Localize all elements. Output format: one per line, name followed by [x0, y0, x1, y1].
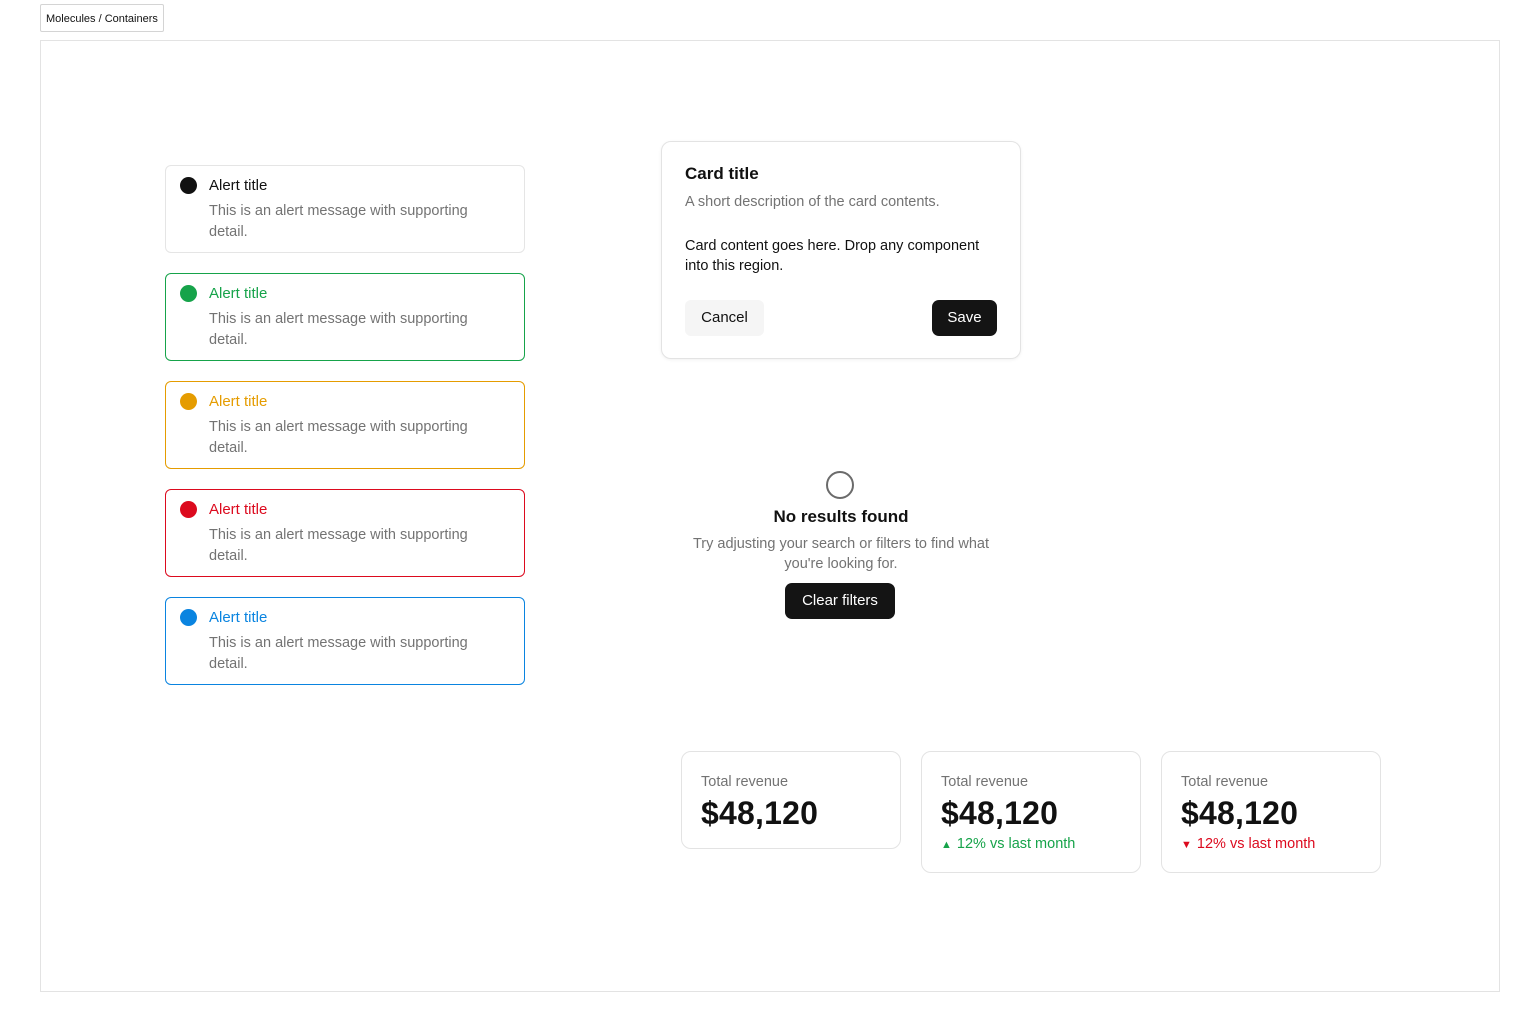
alert-message: This is an alert message with supporting…	[209, 203, 468, 240]
breadcrumb: Molecules / Containers	[40, 4, 164, 32]
card: Card title A short description of the ca…	[661, 141, 1021, 359]
stat-delta-text: 12% vs last month	[956, 836, 1076, 852]
stat-value: $48,120	[701, 795, 819, 831]
empty-state-title: No results found	[773, 507, 909, 526]
alert-message: This is an alert message with supporting…	[209, 635, 468, 672]
stat-label: Total revenue	[701, 774, 789, 790]
card-description: A short description of the card contents…	[685, 194, 940, 210]
stat-value: $48,120	[1181, 795, 1299, 831]
alert-title: Alert title	[209, 609, 268, 626]
circle-icon	[826, 471, 854, 499]
empty-state-description: Try adjusting your search or filters to …	[692, 536, 990, 572]
save-button[interactable]: Save	[932, 300, 997, 336]
alert-dot-icon	[180, 177, 197, 194]
alert-dot-icon	[180, 393, 197, 410]
card-title: Card title	[685, 164, 759, 183]
alert-message: This is an alert message with supporting…	[209, 311, 468, 348]
alert-neutral: Alert title This is an alert message wit…	[165, 165, 525, 253]
alert-title: Alert title	[209, 501, 268, 518]
stat-label: Total revenue	[1181, 774, 1269, 790]
stat-value: $48,120	[941, 795, 1059, 831]
alert-dot-icon	[180, 609, 197, 626]
stat-card: Total revenue $48,120 ▲ 12% vs last month	[921, 751, 1141, 873]
alert-dot-icon	[180, 285, 197, 302]
alert-title: Alert title	[209, 393, 268, 410]
triangle-down-icon: ▼	[1181, 839, 1192, 851]
alert-info: Alert title This is an alert message wit…	[165, 597, 525, 685]
card-body: Card content goes here. Drop any compone…	[685, 238, 980, 274]
stat-label: Total revenue	[941, 774, 1029, 790]
alert-message: This is an alert message with supporting…	[209, 527, 468, 564]
component-frame: Alert title This is an alert message wit…	[40, 40, 1500, 992]
stat-delta: ▲ 12% vs last month	[941, 835, 1075, 854]
alert-dot-icon	[180, 501, 197, 518]
stat-card: Total revenue $48,120 ▼ 12% vs last month	[1161, 751, 1381, 873]
clear-filters-button[interactable]: Clear filters	[785, 583, 895, 619]
stat-delta-text: 12% vs last month	[1196, 836, 1316, 852]
alert-warning: Alert title This is an alert message wit…	[165, 381, 525, 469]
alert-danger: Alert title This is an alert message wit…	[165, 489, 525, 577]
stat-delta: ▼ 12% vs last month	[1181, 835, 1315, 854]
stat-card: Total revenue $48,120	[681, 751, 901, 849]
alert-title: Alert title	[209, 285, 268, 302]
triangle-up-icon: ▲	[941, 839, 952, 851]
alert-message: This is an alert message with supporting…	[209, 419, 468, 456]
alert-success: Alert title This is an alert message wit…	[165, 273, 525, 361]
alert-title: Alert title	[209, 177, 268, 194]
cancel-button[interactable]: Cancel	[685, 300, 764, 336]
